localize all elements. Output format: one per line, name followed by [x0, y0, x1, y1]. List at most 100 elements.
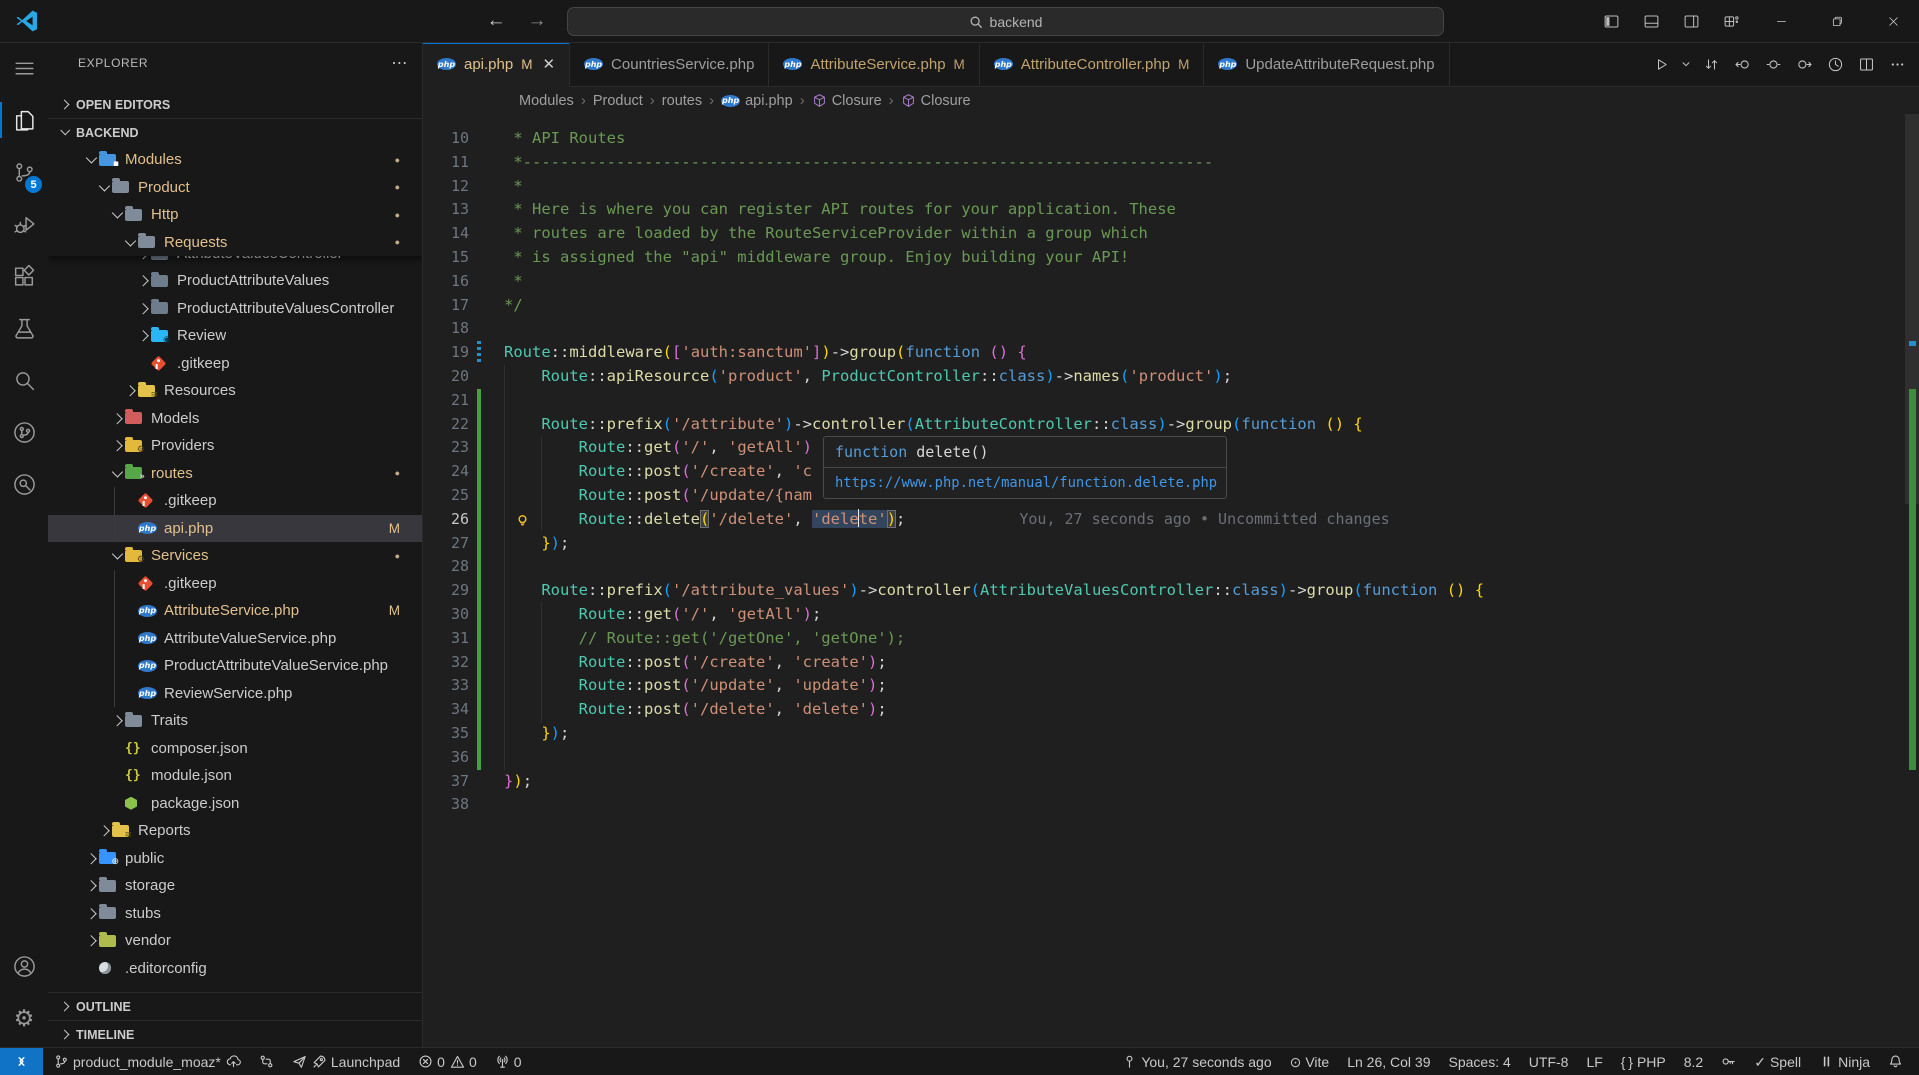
code-line[interactable]: 15 * is assigned the "api" middleware gr… [423, 246, 1919, 270]
activity-git-history[interactable] [0, 458, 48, 510]
code-line[interactable]: 18 [423, 317, 1919, 341]
nav-forward-circle-icon[interactable] [1792, 52, 1816, 76]
activity-search[interactable] [0, 354, 48, 406]
status-compare-changes[interactable] [250, 1048, 283, 1075]
code-line[interactable]: 34 Route::post('/delete', 'delete'); [423, 698, 1919, 722]
breadcrumb-item[interactable]: Modules [519, 93, 574, 109]
code-line[interactable]: 22 Route::prefix('/attribute')->controll… [423, 413, 1919, 437]
status-indentation[interactable]: Spaces: 4 [1440, 1048, 1520, 1075]
section-workspace[interactable]: BACKEND [48, 119, 422, 146]
status-key[interactable] [1712, 1048, 1745, 1075]
tree-item[interactable]: »routes● [48, 460, 422, 488]
tree-item[interactable]: Traits [48, 707, 422, 735]
status-notifications[interactable] [1879, 1048, 1912, 1075]
customize-layout-icon[interactable] [1711, 6, 1751, 36]
command-center-search[interactable]: backend [567, 7, 1444, 36]
code-line[interactable]: 17*/ [423, 294, 1919, 318]
status-eol[interactable]: LF [1577, 1048, 1611, 1075]
tree-item[interactable]: phpProductAttributeValueService.php [48, 652, 422, 680]
code-line[interactable]: 27 }); [423, 532, 1919, 556]
tree-item[interactable]: phpapi.phpM [48, 515, 422, 543]
breadcrumb-item[interactable]: Closure [901, 93, 971, 109]
split-editor-icon[interactable] [1854, 52, 1878, 76]
status-problems[interactable]: 00 [409, 1048, 486, 1075]
window-restore-button[interactable] [1811, 0, 1863, 42]
activity-source-control[interactable]: 5 [0, 146, 48, 198]
code-line[interactable]: 29 Route::prefix('/attribute_values')->c… [423, 579, 1919, 603]
code-line[interactable]: 35 }); [423, 722, 1919, 746]
toggle-primary-sidebar-icon[interactable] [1591, 6, 1631, 36]
nav-back-circle-icon[interactable] [1730, 52, 1754, 76]
breadcrumb-item[interactable]: Product [593, 93, 643, 109]
activity-git-graph[interactable] [0, 406, 48, 458]
tree-item[interactable]: AttributeValuesController [48, 256, 422, 267]
status-language-mode[interactable]: { }PHP [1612, 1048, 1675, 1075]
activity-testing[interactable] [0, 302, 48, 354]
code-line[interactable]: 13 * Here is where you can register API … [423, 198, 1919, 222]
tree-item[interactable]: ⊕public [48, 845, 422, 873]
tree-item[interactable]: phpAttributeValueService.php [48, 625, 422, 653]
more-actions-icon[interactable] [1885, 52, 1909, 76]
nav-forward-icon[interactable]: → [524, 8, 550, 34]
status-remote-indicator[interactable] [0, 1048, 43, 1075]
status-encoding[interactable]: UTF-8 [1520, 1048, 1578, 1075]
tree-item[interactable]: ⚙Services● [48, 542, 422, 570]
breadcrumb-item[interactable]: Closure [812, 93, 882, 109]
tree-item[interactable]: ≡Resources [48, 377, 422, 405]
breadcrumb-item[interactable]: routes [662, 93, 702, 109]
code-line[interactable]: 28 [423, 555, 1919, 579]
tree-item[interactable]: .editorconfig [48, 955, 422, 983]
status-php-version[interactable]: 8.2 [1675, 1048, 1712, 1075]
code-line[interactable]: 11 *------------------------------------… [423, 151, 1919, 175]
tab-CountriesService.php[interactable]: phpCountriesService.php [570, 42, 769, 86]
code-line[interactable]: 31 // Route::get('/getOne', 'getOne'); [423, 627, 1919, 651]
swap-vertical-icon[interactable] [1699, 52, 1723, 76]
section-outline[interactable]: OUTLINE [48, 992, 422, 1020]
tree-item[interactable]: Models [48, 405, 422, 433]
lightbulb-icon[interactable] [515, 512, 530, 527]
activity-run-debug[interactable] [0, 198, 48, 250]
status-git-branch[interactable]: product_module_moaz* [45, 1048, 250, 1075]
breadcrumb-item[interactable]: phpapi.php [721, 93, 793, 109]
hover-doc-link[interactable]: https://www.php.net/manual/function.dele… [824, 468, 1226, 498]
tree-item[interactable]: .gitkeep [48, 350, 422, 378]
circle-dash-icon[interactable] [1761, 52, 1785, 76]
activity-settings[interactable]: ⚙ [0, 992, 48, 1044]
tree-item[interactable]: Requests● [48, 229, 422, 257]
nav-back-icon[interactable]: ← [483, 8, 509, 34]
activity-extensions[interactable] [0, 250, 48, 302]
run-dropdown-icon[interactable] [1680, 52, 1692, 76]
tree-item[interactable]: {}composer.json [48, 735, 422, 763]
code-line[interactable]: 33 Route::post('/update', 'update'); [423, 674, 1919, 698]
section-timeline[interactable]: TIMELINE [48, 1020, 422, 1048]
code-line[interactable]: 14 * routes are loaded by the RouteServi… [423, 222, 1919, 246]
code-line[interactable]: 19Route::middleware(['auth:sanctum'])->g… [423, 341, 1919, 365]
tree-item[interactable]: package.json [48, 790, 422, 818]
activity-menu[interactable] [0, 42, 48, 94]
code-line[interactable]: 30 Route::get('/', 'getAll'); [423, 603, 1919, 627]
code-line[interactable]: 10 * API Routes [423, 127, 1919, 151]
toggle-panel-icon[interactable] [1631, 6, 1671, 36]
tree-item[interactable]: Product● [48, 174, 422, 202]
tab-UpdateAttributeRequest.php[interactable]: phpUpdateAttributeRequest.php [1204, 42, 1449, 86]
close-icon[interactable]: ✕ [542, 55, 555, 73]
code-line[interactable]: 36 [423, 746, 1919, 770]
code-line[interactable]: 16 * [423, 270, 1919, 294]
tree-item[interactable]: .gitkeep [48, 487, 422, 515]
more-actions-icon[interactable]: ⋯ [391, 53, 408, 73]
code-line[interactable]: 26 Route::delete('/delete', 'delete');Yo… [423, 508, 1919, 532]
tree-item[interactable]: .gitkeep [48, 570, 422, 598]
code-line[interactable]: 20 Route::apiResource('product', Product… [423, 365, 1919, 389]
tree-item[interactable]: ▪Modules● [48, 146, 422, 174]
tree-item[interactable]: storage [48, 872, 422, 900]
code-line[interactable]: 37}); [423, 770, 1919, 794]
tree-item[interactable]: ≡Reports [48, 817, 422, 845]
tab-AttributeService.php[interactable]: phpAttributeService.phpM [769, 42, 979, 86]
status-spell-checker[interactable]: ✓Spell [1745, 1048, 1810, 1075]
run-clock-icon[interactable] [1823, 52, 1847, 76]
vscode-logo-icon[interactable] [15, 9, 39, 33]
tree-item[interactable]: ⚙Providers [48, 432, 422, 460]
code-line[interactable]: 38 [423, 793, 1919, 817]
code-line[interactable]: 32 Route::post('/create', 'create'); [423, 651, 1919, 675]
tree-item[interactable]: {}module.json [48, 762, 422, 790]
